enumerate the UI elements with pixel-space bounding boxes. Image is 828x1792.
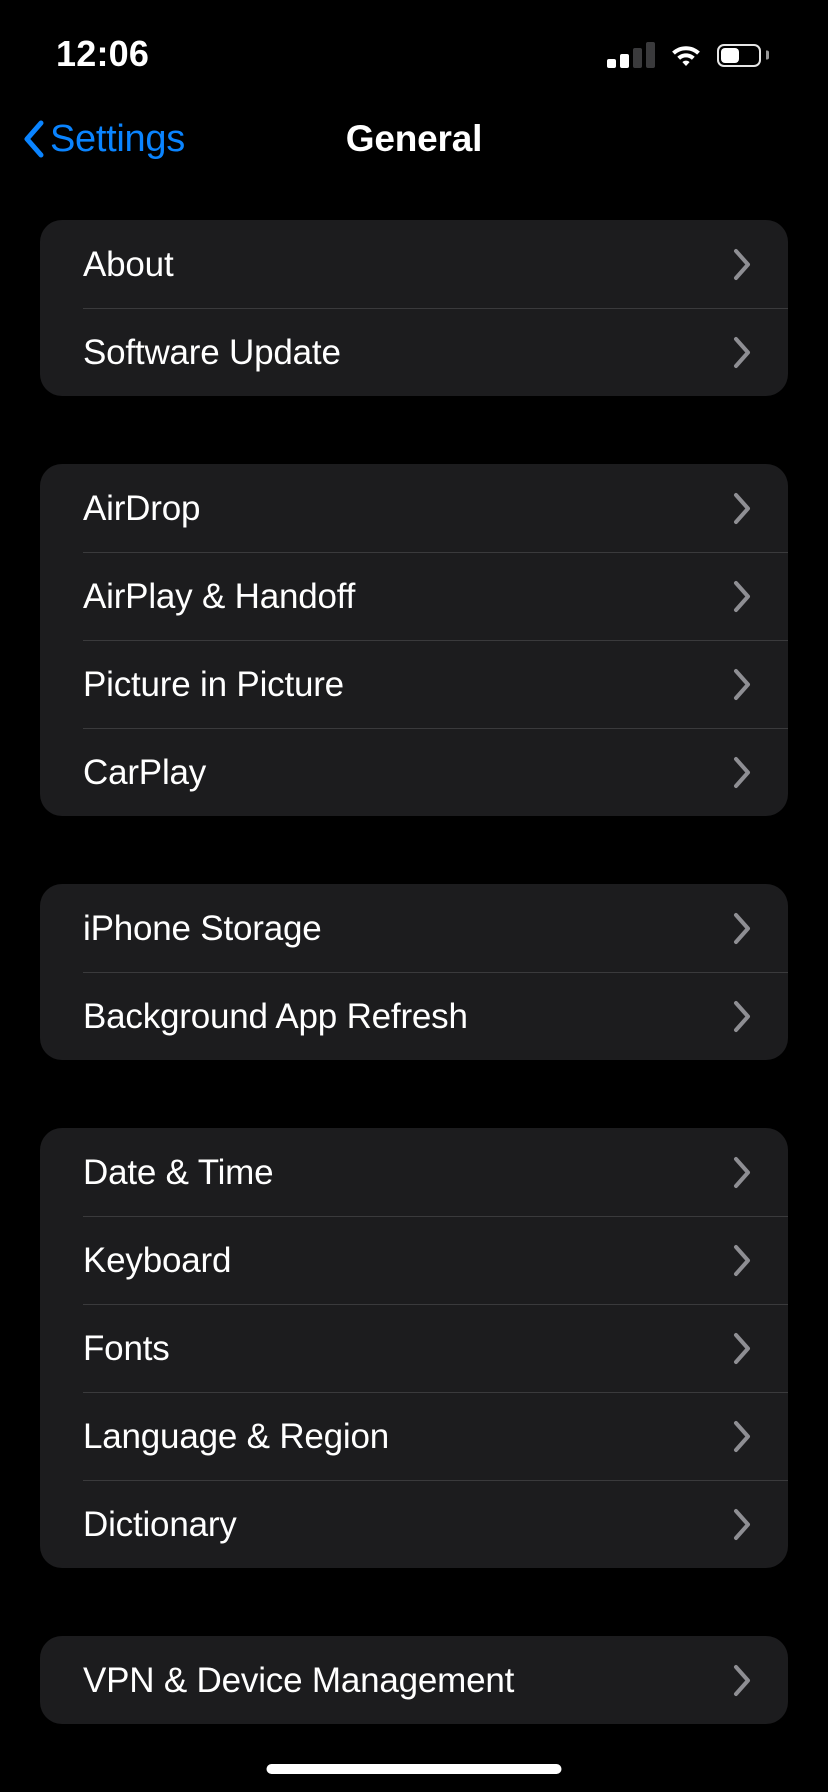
chevron-right-icon — [734, 756, 750, 788]
status-bar: 12:06 — [0, 0, 828, 100]
chevron-right-icon — [734, 1420, 750, 1452]
settings-row-label: Picture in Picture — [83, 664, 344, 704]
settings-row[interactable]: CarPlay — [40, 728, 788, 816]
chevron-right-icon — [734, 1508, 750, 1540]
chevron-right-icon — [734, 1000, 750, 1032]
settings-row[interactable]: Software Update — [40, 308, 788, 396]
chevron-right-icon — [734, 1244, 750, 1276]
settings-row[interactable]: Language & Region — [40, 1392, 788, 1480]
settings-row[interactable]: Date & Time — [40, 1128, 788, 1216]
chevron-right-icon — [734, 248, 750, 280]
settings-row-label: iPhone Storage — [83, 908, 322, 948]
settings-row[interactable]: AirPlay & Handoff — [40, 552, 788, 640]
settings-row-label: Dictionary — [83, 1504, 237, 1544]
settings-group: AirDrop AirPlay & Handoff Picture in Pictu… — [40, 464, 788, 816]
settings-row-label: AirDrop — [83, 488, 201, 528]
page-title: General — [345, 118, 483, 159]
home-indicator[interactable] — [266, 1764, 562, 1774]
settings-row[interactable]: Fonts — [40, 1304, 788, 1392]
chevron-right-icon — [734, 912, 750, 944]
settings-row[interactable]: About — [40, 220, 788, 308]
settings-row[interactable]: VPN & Device Management — [40, 1636, 788, 1724]
settings-group: iPhone Storage Background App Refresh — [40, 884, 788, 1060]
settings-group: Date & Time Keyboard Fonts Language & Regio… — [40, 1128, 788, 1568]
settings-general-screen: 12:06 Settings General About Software Up… — [0, 0, 828, 1792]
status-time: 12:06 — [56, 33, 150, 74]
settings-row[interactable]: Background App Refresh — [40, 972, 788, 1060]
settings-group: VPN & Device Management — [40, 1636, 788, 1724]
status-indicators — [607, 32, 769, 68]
cellular-signal-icon — [607, 42, 655, 68]
settings-row[interactable]: Picture in Picture — [40, 640, 788, 728]
chevron-right-icon — [734, 1332, 750, 1364]
chevron-right-icon — [734, 336, 750, 368]
chevron-right-icon — [734, 492, 750, 524]
settings-row[interactable]: Keyboard — [40, 1216, 788, 1304]
settings-group: About Software Update — [40, 220, 788, 396]
settings-list[interactable]: About Software Update AirDrop AirPlay & Han… — [0, 178, 828, 1792]
chevron-right-icon — [734, 1156, 750, 1188]
settings-row-label: Language & Region — [83, 1416, 390, 1456]
settings-row[interactable]: AirDrop — [40, 464, 788, 552]
settings-row[interactable]: iPhone Storage — [40, 884, 788, 972]
settings-row-label: CarPlay — [83, 752, 207, 792]
settings-row-label: Software Update — [83, 332, 341, 372]
chevron-right-icon — [734, 1664, 750, 1696]
settings-row-label: Date & Time — [83, 1152, 274, 1192]
settings-row-label: AirPlay & Handoff — [83, 576, 356, 616]
settings-row-label: VPN & Device Management — [83, 1660, 515, 1700]
wifi-icon — [672, 46, 700, 66]
settings-row-label: Keyboard — [83, 1240, 232, 1280]
settings-row[interactable]: Dictionary — [40, 1480, 788, 1568]
settings-row-label: Fonts — [83, 1328, 170, 1368]
settings-row-label: About — [83, 244, 174, 284]
chevron-right-icon — [734, 668, 750, 700]
settings-row-label: Background App Refresh — [83, 996, 468, 1036]
battery-icon — [717, 43, 769, 67]
chevron-right-icon — [734, 580, 750, 612]
navigation-bar: Settings General — [0, 100, 828, 178]
